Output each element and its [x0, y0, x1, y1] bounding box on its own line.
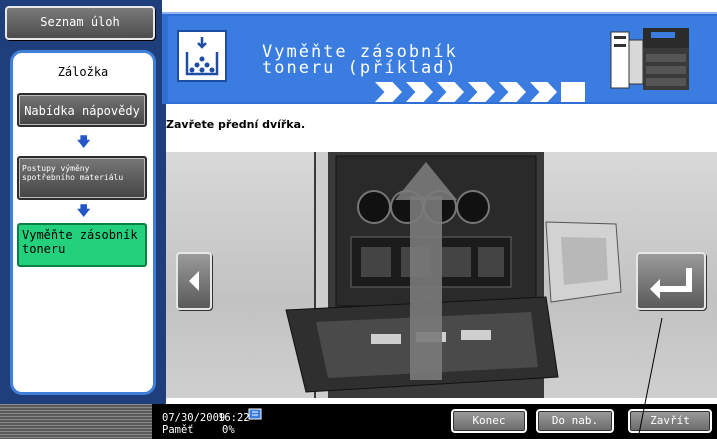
progress-step [499, 82, 526, 102]
return-arrow-icon [650, 268, 692, 299]
copier-machine-icon [605, 18, 703, 96]
page-title-line2: toneru (příklad) [262, 58, 458, 78]
status-area-hatch [0, 404, 152, 439]
replace-toner-button[interactable]: Vyměňte zásobník toneru [17, 223, 147, 267]
progress-step [437, 82, 464, 102]
arrow-down-icon: 🡇 [77, 204, 91, 219]
instruction-message: Zavřete přední dvířka. [166, 118, 306, 131]
close-button[interactable]: Zavřít [628, 409, 712, 433]
to-menu-button[interactable]: Do nab. [536, 409, 614, 433]
help-menu-button[interactable]: Nabídka nápovědy [17, 93, 147, 127]
consumables-steps-button[interactable]: Postupy výměny spotřebního materiálu [17, 156, 147, 200]
memory-value: 0% [222, 424, 235, 436]
progress-step [375, 82, 402, 102]
tab-label: Záložka [57, 65, 109, 79]
memory-label: Paměť [162, 424, 194, 436]
network-status-icon [248, 405, 262, 420]
status-date: 07/30/2009 [162, 412, 226, 424]
end-button[interactable]: Konec [451, 409, 527, 433]
arrow-down-icon: 🡇 [77, 135, 91, 150]
toner-icon [177, 30, 227, 82]
copier-illustration [166, 152, 717, 398]
progress-step-current [561, 82, 585, 102]
status-time: 16:22 [218, 412, 250, 424]
progress-step [468, 82, 495, 102]
previous-button[interactable] [176, 252, 212, 310]
return-button[interactable] [636, 252, 706, 310]
progress-indicator [375, 82, 585, 102]
progress-step [530, 82, 557, 102]
progress-step [406, 82, 433, 102]
chevron-left-icon [189, 271, 199, 291]
help-tab-panel: Záložka Nabídka nápovědy 🡇 Postupy výměn… [10, 50, 156, 395]
job-list-button[interactable]: Seznam úloh [5, 6, 155, 40]
